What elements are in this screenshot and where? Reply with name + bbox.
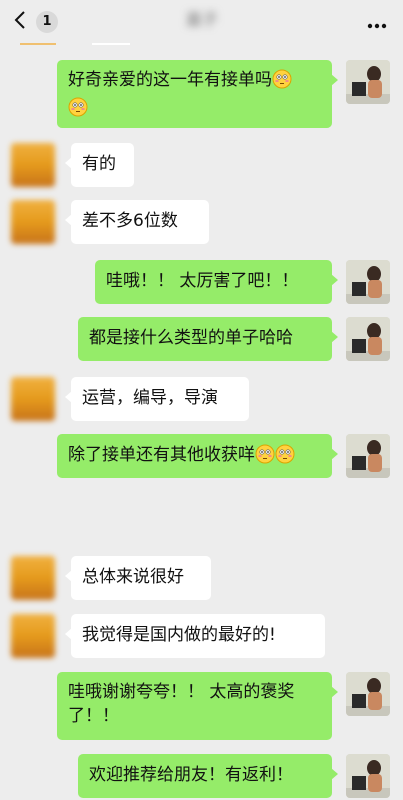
my-avatar[interactable] [346, 434, 390, 478]
back-button[interactable]: 1 [14, 8, 62, 34]
outgoing-message-bubble[interactable]: 好奇亲爱的这一年有接单吗 [57, 60, 338, 128]
header-divider [20, 43, 56, 45]
message-text: 了！！ [68, 706, 119, 726]
outgoing-message-bubble[interactable]: 都是接什么类型的单子哈哈 [78, 317, 338, 361]
contact-avatar[interactable] [11, 143, 55, 187]
message-text: 总体来说很好 [82, 567, 184, 587]
avatar-photo [346, 317, 390, 361]
incoming-message-bubble[interactable]: 有的 [65, 143, 134, 187]
outgoing-message-bubble[interactable]: 哇哦谢谢夸夸！！ 太高的褒奖 了！！ [57, 672, 338, 740]
contact-avatar[interactable] [11, 377, 55, 421]
chat-title: 嘉子 [185, 10, 218, 29]
message-text: 我觉得是国内做的最好的! [82, 625, 276, 645]
avatar-photo [346, 754, 390, 798]
chat-header: 1 嘉子 [0, 0, 403, 46]
unread-count-badge: 1 [36, 11, 58, 33]
my-avatar[interactable] [346, 260, 390, 304]
incoming-message-bubble[interactable]: 我觉得是国内做的最好的! [65, 614, 325, 658]
flushed-face-emoji [275, 444, 295, 472]
message-text: 好奇亲爱的这一年有接单吗 [68, 70, 272, 90]
outgoing-message-bubble[interactable]: 欢迎推荐给朋友！有返利！ [78, 754, 338, 798]
more-dots-icon [367, 23, 387, 29]
message-text: 除了接单还有其他收获咩 [68, 445, 255, 465]
outgoing-message-bubble[interactable]: 哇哦！！ 太厉害了吧！！ [95, 260, 338, 304]
flushed-face-emoji [255, 444, 275, 472]
my-avatar[interactable] [346, 60, 390, 104]
header-divider [92, 43, 130, 45]
message-text: 哇哦！！ 太厉害了吧！！ [106, 271, 299, 291]
incoming-message-bubble[interactable]: 差不多6位数 [65, 200, 209, 244]
contact-avatar[interactable] [11, 556, 55, 600]
back-arrow-icon [14, 11, 25, 29]
contact-avatar[interactable] [11, 614, 55, 658]
my-avatar[interactable] [346, 754, 390, 798]
my-avatar[interactable] [346, 672, 390, 716]
message-text: 哇哦谢谢夸夸！！ 太高的褒奖 [68, 682, 295, 702]
incoming-message-bubble[interactable]: 总体来说很好 [65, 556, 211, 600]
message-text: 有的 [82, 154, 116, 174]
message-text: 欢迎推荐给朋友！有返利！ [89, 765, 293, 785]
contact-avatar[interactable] [11, 200, 55, 244]
avatar-photo [346, 672, 390, 716]
message-text: 运营，编导，导演 [82, 388, 218, 408]
my-avatar[interactable] [346, 317, 390, 361]
message-text: 都是接什么类型的单子哈哈 [89, 328, 293, 348]
avatar-photo [346, 434, 390, 478]
outgoing-message-bubble[interactable]: 除了接单还有其他收获咩 [57, 434, 338, 478]
avatar-photo [346, 260, 390, 304]
more-button[interactable] [367, 14, 387, 33]
incoming-message-bubble[interactable]: 运营，编导，导演 [65, 377, 249, 421]
flushed-face-emoji [68, 97, 88, 124]
avatar-photo [346, 60, 390, 104]
flushed-face-emoji [272, 69, 292, 96]
message-text: 差不多6位数 [82, 211, 178, 231]
